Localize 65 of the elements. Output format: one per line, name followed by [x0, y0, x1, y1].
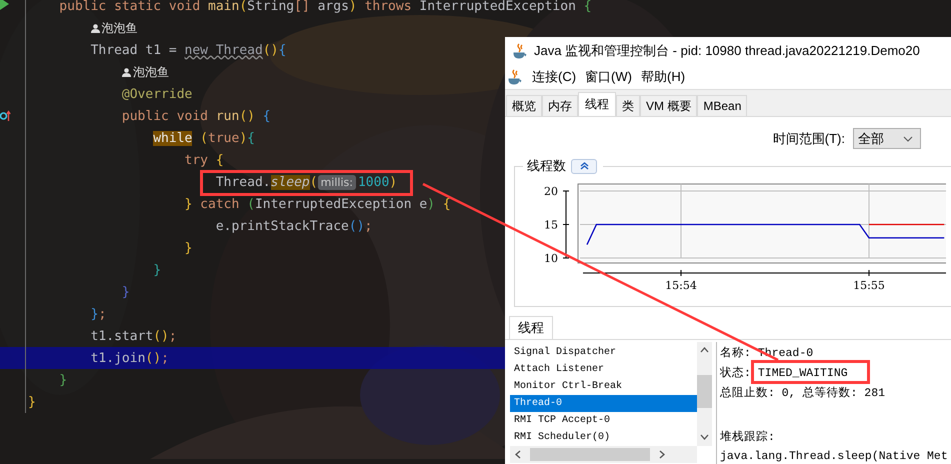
axis-label: 15: [544, 218, 558, 232]
menu-item[interactable]: 连接(C): [532, 68, 576, 86]
code-line: }: [122, 284, 130, 300]
vertical-scrollbar[interactable]: [697, 342, 712, 446]
code-line: t1.start();: [90, 328, 177, 344]
detail-label: 状态:: [720, 367, 751, 380]
time-range-dropdown[interactable]: 全部: [853, 128, 921, 149]
collapse-button[interactable]: [571, 158, 597, 174]
thread-item[interactable]: Attach Listener: [510, 361, 697, 378]
code-line: Thread t1 = new Thread(){: [90, 42, 286, 58]
person-icon: [90, 24, 100, 32]
double-chevron-up-icon: [580, 162, 588, 170]
code-line: while (true){: [153, 130, 255, 146]
chevron-up-icon: [700, 347, 709, 353]
chevron-right-icon: [659, 450, 665, 459]
stack-trace-label: 堆栈跟踪:: [720, 430, 775, 446]
code-line: }: [28, 394, 36, 410]
run-icon[interactable]: [0, 0, 9, 10]
detail-value: TIMED_WAITING: [758, 367, 848, 380]
thread-item[interactable]: Signal Dispatcher: [510, 344, 697, 361]
menu-item[interactable]: 帮助(H): [640, 68, 686, 86]
coffee-cup-icon[interactable]: [507, 68, 523, 84]
detail-label: 总阻止数: 0, 总等待数: 281: [720, 387, 886, 400]
chevron-left-icon: [515, 450, 521, 459]
author-name[interactable]: 泡泡鱼: [102, 20, 138, 36]
horizontal-scrollbar[interactable]: [510, 446, 697, 463]
chevron-down-icon: [700, 434, 709, 440]
thread-item[interactable]: Thread-0: [510, 395, 697, 412]
menu-item[interactable]: 窗口(W): [585, 68, 632, 86]
code-line: }: [59, 372, 68, 388]
coffee-cup-icon: [512, 42, 528, 58]
code-line: t1.join();: [90, 350, 169, 366]
tab[interactable]: 概览: [506, 95, 542, 116]
thread-item[interactable]: RMI Scheduler(0): [510, 429, 697, 446]
time-range-label: 时间范围(T):: [772, 130, 845, 148]
code-line: };: [90, 306, 106, 322]
person-icon: [122, 68, 131, 76]
code-line: }: [184, 240, 192, 256]
thread-item[interactable]: RMI TCP Accept-0: [510, 412, 697, 429]
thread-item[interactable]: Monitor Ctrl-Break: [510, 378, 697, 395]
override-icon[interactable]: [0, 110, 11, 122]
tab[interactable]: 线程: [578, 92, 616, 116]
tab[interactable]: MBean: [697, 95, 748, 116]
axis-label: 10: [544, 252, 558, 265]
author-name[interactable]: 泡泡鱼: [132, 64, 169, 80]
axis-label: 15:54: [665, 279, 697, 292]
axis-label: 20: [544, 185, 558, 198]
tab[interactable]: 线程: [509, 316, 553, 339]
tab[interactable]: 内存: [542, 95, 578, 116]
code-line: } catch (InterruptedException e) {: [184, 196, 451, 212]
code-line: }: [153, 262, 162, 278]
tab[interactable]: 类: [616, 95, 640, 116]
y-axis: [562, 190, 570, 258]
code-line: Thread.sleep( millis: 1000): [216, 174, 398, 190]
axis-label: 15:55: [853, 279, 885, 292]
code-line: public void run() {: [122, 108, 271, 124]
tab[interactable]: VM 概要: [640, 95, 698, 116]
window-title: Java 监视和管理控制台 - pid: 10980 thread.java20221219.Demo20: [534, 42, 920, 60]
code-line: try {: [184, 152, 224, 168]
code-line: @Override: [122, 86, 192, 102]
panel-title: 线程数: [527, 157, 566, 175]
chevron-down-icon: [903, 136, 913, 142]
detail-label: 名称:: [720, 347, 751, 360]
stack-trace-line: java.lang.Thread.sleep(Native Met: [720, 449, 948, 464]
code-line: e.printStackTrace();: [216, 218, 372, 234]
